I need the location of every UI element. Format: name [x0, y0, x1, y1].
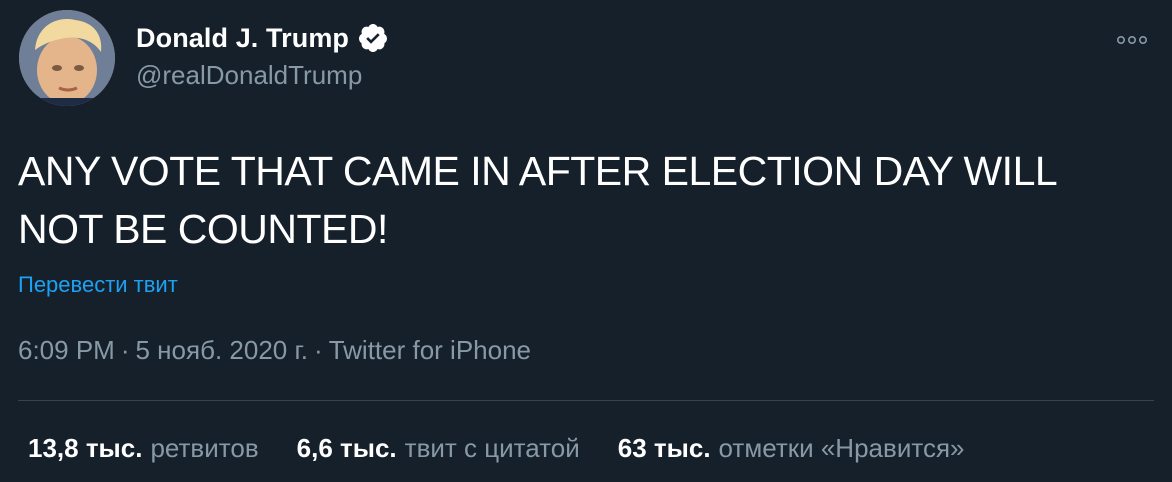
verified-badge-icon: [357, 22, 389, 54]
quote-tweets-label: твит с цитатой: [404, 433, 580, 463]
avatar[interactable]: [19, 10, 115, 106]
retweets-label: ретвитов: [150, 433, 259, 463]
tweet-text: ANY VOTE THAT CAME IN AFTER ELECTION DAY…: [18, 148, 1056, 252]
translate-tweet-link[interactable]: Перевести твит: [18, 272, 178, 298]
author-block: Donald J. Trump @realDonaldTrump: [136, 18, 389, 91]
author-name[interactable]: Donald J. Trump: [136, 23, 349, 54]
tweet-stats: 13,8 тыс. ретвитов 6,6 тыс. твит с цитатой…: [28, 433, 965, 464]
tweet-time[interactable]: 6:09 PM: [18, 335, 115, 365]
likes-stat[interactable]: 63 тыс. отметки «Нравится»: [618, 433, 965, 464]
author-handle[interactable]: @realDonaldTrump: [136, 60, 389, 91]
meta-separator: ·: [314, 335, 323, 365]
tweet-date[interactable]: 5 нояб. 2020 г.: [136, 335, 309, 365]
tweet-meta: 6:09 PM · 5 нояб. 2020 г. · Twitter for iPho…: [18, 335, 531, 366]
retweets-count: 13,8 тыс.: [28, 433, 143, 463]
profile-photo-icon: [19, 10, 115, 106]
tweet-source[interactable]: Twitter for iPhone: [329, 335, 531, 365]
more-options-icon[interactable]: [1114, 30, 1150, 50]
likes-count: 63 тыс.: [617, 433, 711, 463]
retweets-stat[interactable]: 13,8 тыс. ретвитов: [28, 433, 259, 464]
quote-tweets-count: 6,6 тыс.: [296, 433, 397, 463]
quote-tweets-stat[interactable]: 6,6 тыс. твит с цитатой: [297, 433, 580, 464]
tweet-card: Donald J. Trump @realDonaldTrump ANY VOT…: [0, 0, 1172, 482]
divider: [18, 400, 1154, 401]
likes-label: отметки «Нравится»: [718, 433, 965, 463]
meta-separator: ·: [120, 335, 130, 365]
